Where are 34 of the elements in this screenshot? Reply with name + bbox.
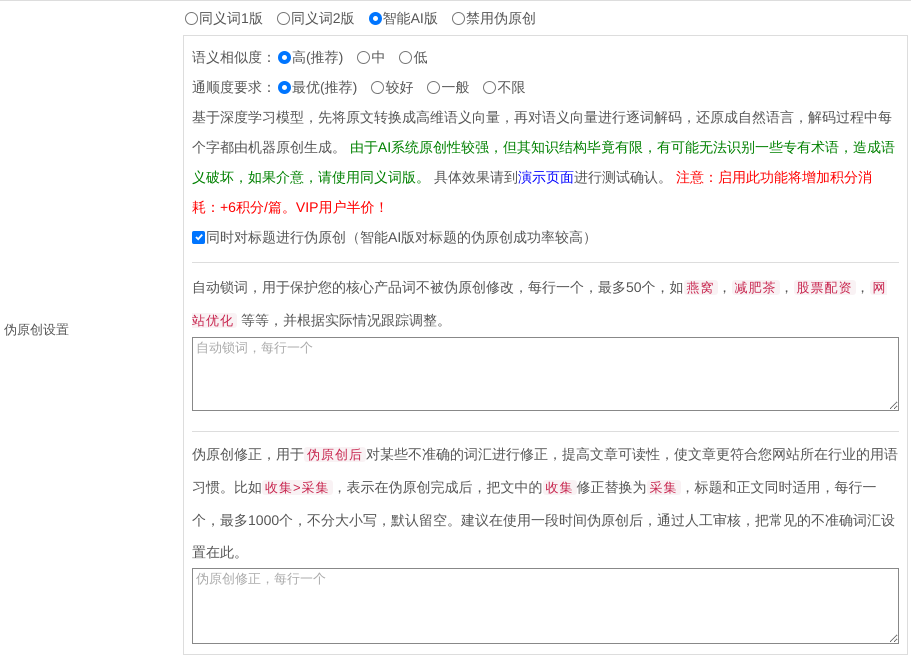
radio-label[interactable]: 高(推荐)	[292, 46, 344, 68]
lock-words-description: 自动锁词，用于保护您的核心产品词不被伪原创修改，每行一个，最多50个，如 燕窝 ， 减肥茶 ， 股票配资 ， 网站优化 等等，并根据实际情况跟踪调整。	[192, 278, 888, 330]
radio-label[interactable]: 不限	[497, 76, 526, 98]
field-label: 通顺度要求：	[192, 78, 276, 96]
radio-icon[interactable]	[276, 12, 290, 24]
radio-selected-icon[interactable]	[278, 80, 291, 94]
check-icon	[194, 232, 204, 242]
demo-page-link[interactable]: 演示页面	[518, 169, 574, 185]
radio-label[interactable]: 较好	[385, 76, 414, 98]
radio-icon[interactable]	[357, 50, 370, 64]
radio-label[interactable]: 同义词2版	[290, 8, 355, 28]
radio-label[interactable]: 智能AI版	[382, 8, 438, 28]
radio-icon[interactable]	[452, 12, 465, 24]
radio-label[interactable]: 禁用伪原创	[466, 8, 536, 28]
ai-description: 基于深度学习模型，先将原文转换成高维语义向量，再对语义向量进行逐词解码，还原成自然语言，解码过程中每个字都由机器原创生成。 由于AI系统原创性较强，但其知识结构毕竟有限，有可能无法识别一些专有术语，造成语义破坏，如果介意，请使用同义词版。 具体效果请到演示页面进行测试确认。 注意：启用此功能将增加积分消耗：+6积分/篇。VIP用户半价！	[192, 108, 896, 217]
radio-label[interactable]: 同义词1版	[199, 8, 263, 28]
radio-icon[interactable]	[185, 12, 198, 24]
corrections-field[interactable]: 伪原创修正，每行一个	[192, 568, 899, 644]
corrections-description: 伪原创修正，用于 伪原创后 对某些不准确的词汇进行修正，提高文章可读性，使文章更符合您网站所在行业的用语习惯。比如 收集>采集 ，表示在伪原创完成后，把文中的 收集 修正替换为 采集 ，标题和正文同时适用，每行一个，最多1000个，不分大小写，默认留空。建议在使用一段时间伪原创后，通过人工审核，把常见的不准确词汇设置在此。	[192, 445, 899, 562]
checkbox-checked-icon[interactable]	[192, 230, 205, 244]
radio-icon[interactable]	[399, 50, 412, 64]
radio-icon[interactable]	[371, 80, 384, 94]
radio-label[interactable]: 最优(推荐)	[292, 76, 358, 98]
radio-label[interactable]: 低	[413, 46, 428, 68]
radio-icon[interactable]	[427, 80, 440, 94]
lock-words-field[interactable]: 自动锁词，每行一个	[192, 337, 899, 411]
radio-selected-icon[interactable]	[278, 50, 291, 64]
radio-label[interactable]: 中	[371, 46, 386, 68]
radio-selected-icon[interactable]	[368, 12, 382, 24]
title-option[interactable]: 同时对标题进行伪原创（智能AI版对标题的伪原创成功率较高）	[192, 222, 899, 252]
field-label: 语义相似度：	[192, 48, 276, 66]
radio-label[interactable]: 一般	[441, 76, 470, 98]
section-label: 伪原创设置	[4, 320, 69, 339]
radio-icon[interactable]	[483, 80, 496, 94]
